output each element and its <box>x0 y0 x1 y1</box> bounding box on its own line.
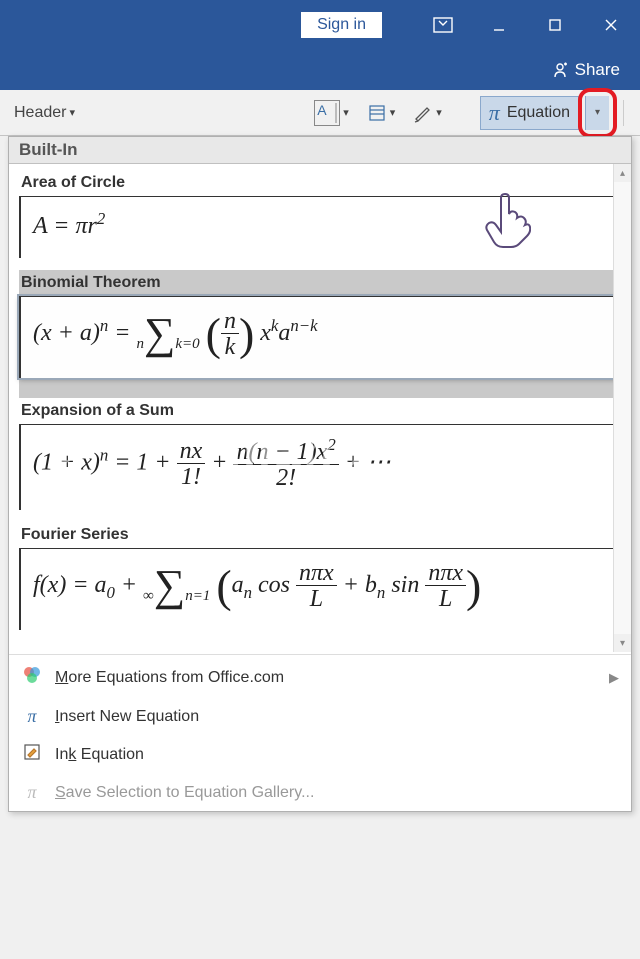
menu-more-equations[interactable]: More Equations from Office.com ▶ <box>9 657 631 698</box>
equation-item[interactable]: Binomial Theorem(x + a)n = n∑k=0 (nk) xk… <box>19 270 621 398</box>
pi-icon: π <box>21 782 43 803</box>
menu-label: More Equations from Office.com <box>55 669 284 687</box>
ink-icon <box>21 743 43 766</box>
chevron-down-icon: ▾ <box>343 106 349 119</box>
equation-item[interactable]: Expansion of a Sum(1 + x)n = 1 + nx1! + … <box>19 398 621 509</box>
equation-formula: (x + a)n = n∑k=0 (nk) xkan−k <box>19 296 621 378</box>
equation-formula: (1 + x)n = 1 + nx1! + n(n − 1)x22! + ⋯ <box>19 424 621 509</box>
pi-icon: π <box>21 706 43 727</box>
gallery-section-header: Built-In <box>9 137 631 164</box>
pi-icon: π <box>489 100 500 126</box>
share-bar: Share <box>0 50 640 90</box>
parts-icon <box>367 103 387 123</box>
header-label: Header <box>14 104 66 122</box>
chevron-down-icon: ▾ <box>69 106 75 119</box>
textbox-icon: A <box>314 100 340 126</box>
ribbon-display-icon[interactable] <box>418 6 468 44</box>
close-button[interactable] <box>586 6 636 44</box>
equation-label: Equation <box>507 104 570 122</box>
equation-item-title: Expansion of a Sum <box>19 398 621 424</box>
textbox-button[interactable]: A ▾ <box>308 96 355 130</box>
maximize-button[interactable] <box>530 6 580 44</box>
minimize-button[interactable] <box>474 6 524 44</box>
equation-dropdown: Built-In Area of CircleA = πr2 Binomial T… <box>8 136 632 812</box>
equation-dropdown-arrow[interactable]: ▾ <box>585 96 609 130</box>
quick-parts-button[interactable]: ▾ <box>361 96 402 130</box>
menu-label: Insert New Equation <box>55 708 199 726</box>
sign-in-button[interactable]: Sign in <box>301 12 382 38</box>
share-button[interactable]: Share <box>551 60 620 80</box>
ribbon: Header ▾ A ▾ ▾ ▾ π Equation ▾ <box>0 90 640 136</box>
equation-gallery[interactable]: Area of CircleA = πr2 Binomial Theorem(x … <box>9 164 631 652</box>
header-button[interactable]: Header ▾ <box>8 96 81 130</box>
menu-save-selection: π Save Selection to Equation Gallery... <box>9 774 631 811</box>
chevron-down-icon: ▾ <box>436 106 442 119</box>
equation-item[interactable]: Fourier Seriesf(x) = a0 + ∞∑n=1 (an cos … <box>19 522 621 630</box>
menu-ink-equation[interactable]: Ink Equation <box>9 735 631 774</box>
signature-button[interactable]: ▾ <box>407 96 448 130</box>
menu-insert-equation[interactable]: π Insert New Equation <box>9 698 631 735</box>
equation-formula: A = πr2 <box>19 196 621 258</box>
chevron-down-icon: ▾ <box>595 107 600 118</box>
equation-button[interactable]: π Equation <box>480 96 579 130</box>
equation-item-title: Area of Circle <box>19 170 621 196</box>
chevron-down-icon: ▾ <box>390 106 396 119</box>
chevron-right-icon: ▶ <box>609 670 619 686</box>
equation-item-title: Fourier Series <box>19 522 621 548</box>
share-label: Share <box>575 60 620 80</box>
pen-icon <box>413 103 433 123</box>
menu-label: Save Selection to Equation Gallery... <box>55 784 314 802</box>
scrollbar[interactable]: ▴ ▾ <box>613 164 631 652</box>
scrollbar-down-icon[interactable]: ▾ <box>614 634 631 652</box>
equation-item[interactable]: Area of CircleA = πr2 <box>19 170 621 258</box>
scrollbar-up-icon[interactable]: ▴ <box>614 164 631 182</box>
equation-item-title: Binomial Theorem <box>19 270 621 296</box>
menu-label: Ink Equation <box>55 746 144 764</box>
share-icon <box>551 61 569 79</box>
office-icon <box>21 665 43 690</box>
equation-formula: f(x) = a0 + ∞∑n=1 (an cos nπxL + bn sin … <box>19 548 621 630</box>
title-bar: Sign in <box>0 0 640 50</box>
